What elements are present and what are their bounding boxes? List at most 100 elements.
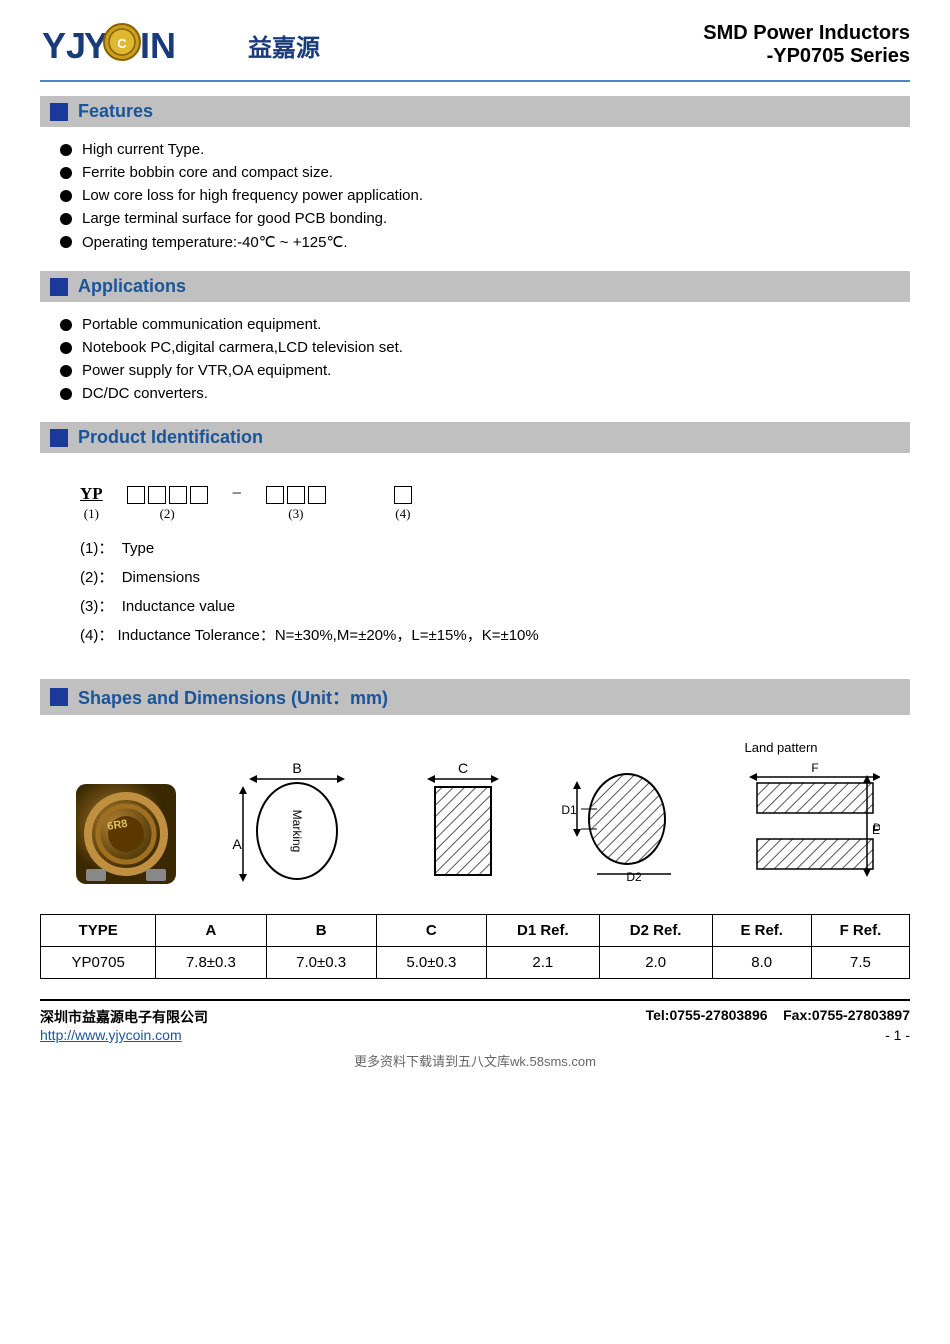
svg-text:Marking: Marking: [290, 810, 304, 853]
footer-left: 深圳市益嘉源电子有限公司 http://www.yjycoin.com: [40, 1007, 208, 1043]
prod-id-box: [190, 486, 208, 504]
features-section-header: Features: [40, 96, 910, 127]
land-pattern-label: Land pattern: [745, 740, 818, 755]
id-note-3: (3)： Inductance value: [80, 595, 870, 616]
product-title: SMD Power Inductors -YP0705 Series: [703, 22, 910, 68]
svg-text:D2: D2: [626, 870, 642, 884]
table-cell-a: 7.8±0.3: [156, 947, 266, 979]
product-title-line1: SMD Power Inductors: [703, 22, 910, 45]
list-item: Power supply for VTR,OA equipment.: [60, 362, 910, 379]
shapes-blue-square: [50, 688, 68, 706]
list-item: Ferrite bobbin core and compact size.: [60, 164, 910, 181]
prod-id-box: [308, 486, 326, 504]
front-view-svg: D1 D2: [559, 759, 679, 889]
table-header-c: C: [376, 915, 486, 947]
svg-text:D2: D2: [873, 822, 880, 834]
prod-id-box: [394, 486, 412, 504]
id-note-1: (1)： Type: [80, 537, 870, 558]
page-footer: 深圳市益嘉源电子有限公司 http://www.yjycoin.com Tel:…: [40, 999, 910, 1043]
prod-id-dash: −: [232, 483, 242, 504]
table-header-f: F Ref.: [811, 915, 909, 947]
shapes-diagram: 6R8 B A Marking: [40, 725, 910, 904]
svg-text:A: A: [232, 836, 242, 852]
table-header-b: B: [266, 915, 376, 947]
table-cell-d1: 2.1: [486, 947, 599, 979]
svg-text:B: B: [292, 760, 301, 776]
bullet-dot: [60, 388, 72, 400]
bullet-dot: [60, 319, 72, 331]
id-note-2: (2)： Dimensions: [80, 566, 870, 587]
prod-id-box: [148, 486, 166, 504]
prod-id-label1: (1): [84, 506, 99, 522]
company-url-link[interactable]: http://www.yjycoin.com: [40, 1027, 182, 1043]
side-view-svg: C: [413, 759, 513, 889]
prod-id-yp: YP: [80, 484, 103, 504]
page-header: Y J Y C IN 益嘉源 SMD Power Inductors -YP07…: [40, 20, 910, 82]
product-id-title: Product Identification: [78, 427, 263, 448]
prod-id-label4: (4): [395, 506, 410, 522]
list-item: Low core loss for high frequency power a…: [60, 187, 910, 204]
list-item: Large terminal surface for good PCB bond…: [60, 210, 910, 227]
prod-id-box: [127, 486, 145, 504]
product-id-section-header: Product Identification: [40, 422, 910, 453]
shapes-title: Shapes and Dimensions (Unit：mm): [78, 684, 388, 710]
applications-list: Portable communication equipment. Notebo…: [40, 312, 910, 412]
svg-text:D1: D1: [561, 803, 577, 817]
product-id-blue-square: [50, 429, 68, 447]
prod-id-box: [169, 486, 187, 504]
bullet-dot: [60, 190, 72, 202]
side-view-diagram: C: [413, 759, 513, 889]
table-row: YP0705 7.8±0.3 7.0±0.3 5.0±0.3 2.1 2.0 8…: [41, 947, 910, 979]
table-header-a: A: [156, 915, 266, 947]
list-item: DC/DC converters.: [60, 385, 910, 402]
list-item: Operating temperature:-40℃ ~ +125℃.: [60, 233, 910, 251]
dimensions-table: TYPE A B C D1 Ref. D2 Ref. E Ref. F Ref.…: [40, 914, 910, 979]
land-pattern-diagram: Land pattern F E: [725, 740, 880, 889]
contact-info: Tel:0755-27803896 Fax:0755-27803897: [646, 1007, 910, 1023]
page-number: - 1 -: [646, 1027, 910, 1043]
list-item: Portable communication equipment.: [60, 316, 910, 333]
table-cell-type: YP0705: [41, 947, 156, 979]
svg-text:IN: IN: [140, 25, 176, 66]
top-view-diagram: B A Marking: [227, 759, 367, 889]
inductor-photo-area: 6R8: [71, 779, 181, 889]
list-item: High current Type.: [60, 141, 910, 158]
applications-section-header: Applications: [40, 271, 910, 302]
bottom-note: 更多资料下载请到五八文库wk.58sms.com: [40, 1051, 910, 1070]
company-url[interactable]: http://www.yjycoin.com: [40, 1027, 208, 1043]
bullet-dot: [60, 167, 72, 179]
logo-area: Y J Y C IN 益嘉源: [40, 20, 320, 70]
svg-text:Y: Y: [42, 25, 66, 66]
table-cell-b: 7.0±0.3: [266, 947, 376, 979]
prod-id-box: [287, 486, 305, 504]
svg-text:C: C: [117, 36, 127, 51]
bullet-dot: [60, 213, 72, 225]
top-view-svg: B A Marking: [227, 759, 367, 889]
table-header-e: E Ref.: [712, 915, 811, 947]
svg-text:F: F: [811, 761, 818, 775]
id-note-4: (4)： Inductance Tolerance：N=±30%,M=±20%，…: [80, 624, 870, 645]
features-blue-square: [50, 103, 68, 121]
land-pattern-svg: F E D2: [725, 759, 880, 889]
list-item: Notebook PC,digital carmera,LCD televisi…: [60, 339, 910, 356]
prod-id-label2: (2): [160, 506, 175, 522]
applications-blue-square: [50, 278, 68, 296]
inductor-photo-svg: 6R8: [71, 779, 181, 889]
tel: Tel:0755-27803896: [646, 1007, 768, 1023]
fax: Fax:0755-27803897: [783, 1007, 910, 1023]
logo-cn-text: 益嘉源: [248, 28, 320, 63]
logo-icon: Y J Y C IN: [40, 20, 240, 70]
company-name: 深圳市益嘉源电子有限公司: [40, 1007, 208, 1027]
table-cell-c: 5.0±0.3: [376, 947, 486, 979]
svg-text:C: C: [457, 760, 467, 776]
features-list: High current Type. Ferrite bobbin core a…: [40, 137, 910, 261]
table-header-type: TYPE: [41, 915, 156, 947]
front-view-diagram: D1 D2: [559, 759, 679, 889]
product-title-line2: -YP0705 Series: [703, 45, 910, 68]
bullet-dot: [60, 342, 72, 354]
id-notes: (1)： Type (2)： Dimensions (3)： Inductanc…: [40, 527, 910, 663]
table-header-d2: D2 Ref.: [599, 915, 712, 947]
bullet-dot: [60, 365, 72, 377]
applications-title: Applications: [78, 276, 186, 297]
table-cell-e: 8.0: [712, 947, 811, 979]
